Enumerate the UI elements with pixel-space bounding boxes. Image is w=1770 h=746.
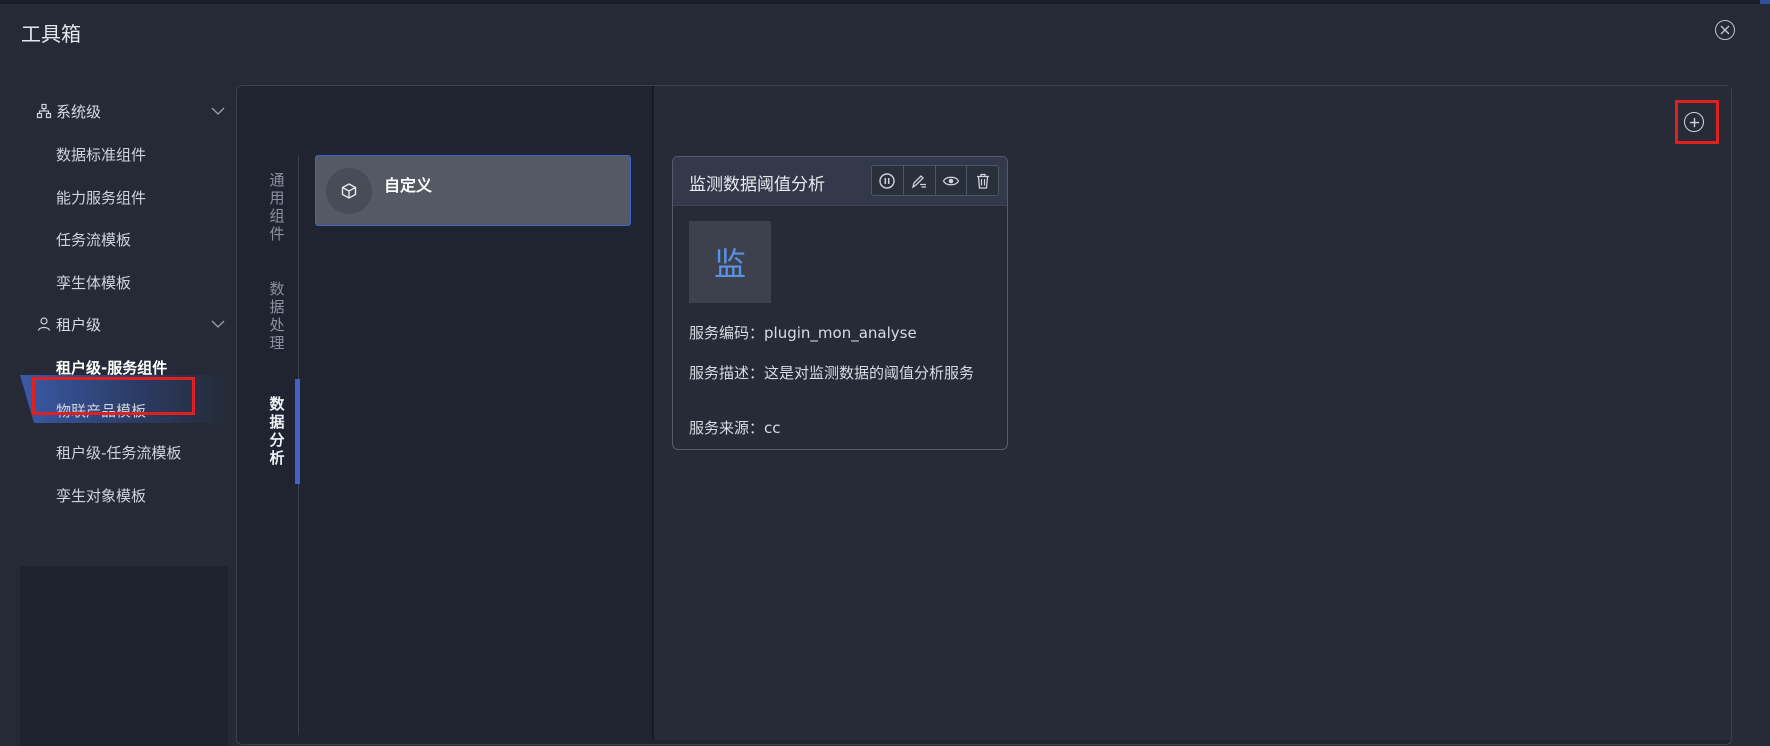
tab-char: 数 xyxy=(269,395,285,413)
tab-char: 据 xyxy=(269,298,285,316)
tab-char: 用 xyxy=(269,189,285,207)
service-desc-value: 这是对监测数据的阈值分析服务 xyxy=(764,364,975,382)
dialog-title: 工具箱 xyxy=(21,22,81,46)
sidebar-item-twin-object-template[interactable]: 孪生对象模板 xyxy=(56,480,226,510)
sidebar-item-tenant-task-flow-template[interactable]: 租户级-任务流模板 xyxy=(56,437,226,467)
tab-general-components[interactable]: 通 用 组 件 xyxy=(256,171,298,243)
vertical-tabs: 通 用 组 件 数 据 处 理 数 据 分 析 xyxy=(256,155,300,735)
close-button[interactable] xyxy=(1715,20,1735,40)
service-desc-line: 服务描述：这是对监测数据的阈值分析服务 xyxy=(689,361,989,385)
sidebar-group-tenant[interactable]: 租户级 xyxy=(36,309,226,339)
plus-icon xyxy=(1689,117,1699,127)
chevron-down-icon xyxy=(211,320,225,328)
card-header: 监测数据阈值分析 xyxy=(673,157,1007,206)
sidebar-item-iot-product-template[interactable]: 物联产品模板 xyxy=(56,395,226,425)
sidebar-group-label: 租户级 xyxy=(56,315,102,334)
delete-button[interactable] xyxy=(967,166,998,195)
sidebar-item-data-standard[interactable]: 数据标准组件 xyxy=(56,139,226,169)
top-edge xyxy=(0,0,1770,4)
tab-data-processing[interactable]: 数 据 处 理 xyxy=(256,280,298,352)
card-actions xyxy=(871,165,999,196)
org-chart-icon xyxy=(36,103,52,119)
sidebar-item-twin-template[interactable]: 孪生体模板 xyxy=(56,267,226,297)
edit-icon xyxy=(912,174,927,188)
sidebar-item-task-flow-template[interactable]: 任务流模板 xyxy=(56,224,226,254)
category-item-custom[interactable]: 自定义 xyxy=(315,155,631,226)
tab-char: 析 xyxy=(269,449,285,467)
category-label: 自定义 xyxy=(384,175,433,195)
sidebar-item-tenant-service-component[interactable]: 租户级-服务组件 xyxy=(56,352,226,382)
sidebar-empty-area xyxy=(20,566,228,746)
sidebar-item-capability-service[interactable]: 能力服务组件 xyxy=(56,182,226,212)
chevron-down-icon xyxy=(211,107,225,115)
tab-char: 据 xyxy=(269,413,285,431)
tab-char: 理 xyxy=(269,334,285,352)
user-icon xyxy=(37,317,51,331)
sidebar-nav: 系统级 数据标准组件 能力服务组件 任务流模板 孪生体模板 租户级 租户级-服务… xyxy=(20,86,228,746)
pause-button[interactable] xyxy=(872,166,904,195)
service-code-value: plugin_mon_analyse xyxy=(764,324,917,342)
service-code-label: 服务编码： xyxy=(689,324,765,342)
service-desc-label: 服务描述： xyxy=(689,364,765,382)
tab-char: 分 xyxy=(269,431,285,449)
tab-char: 数 xyxy=(269,280,285,298)
view-icon xyxy=(942,176,960,185)
tab-char: 组 xyxy=(269,207,285,225)
active-tab-indicator xyxy=(295,379,300,484)
pause-icon xyxy=(879,172,896,189)
sidebar-group-label: 系统级 xyxy=(56,102,102,121)
edge-accent xyxy=(1760,0,1770,4)
edit-button[interactable] xyxy=(904,166,936,195)
cube-icon xyxy=(326,167,372,214)
service-source-line: 服务来源：cc xyxy=(689,416,989,440)
service-avatar: 监 xyxy=(689,221,771,303)
close-icon xyxy=(1720,25,1730,35)
service-code-line: 服务编码：plugin_mon_analyse xyxy=(689,321,989,345)
sidebar-group-system[interactable]: 系统级 xyxy=(36,96,226,126)
tab-char: 通 xyxy=(269,171,285,189)
tab-char: 处 xyxy=(269,316,285,334)
view-button[interactable] xyxy=(936,166,968,195)
service-source-value: cc xyxy=(764,419,781,437)
tab-char: 件 xyxy=(269,225,285,243)
add-button[interactable] xyxy=(1684,112,1704,132)
tab-data-analysis[interactable]: 数 据 分 析 xyxy=(256,395,298,467)
service-source-label: 服务来源： xyxy=(689,419,765,437)
service-card[interactable]: 监测数据阈值分析 监 服务编码：plugin_mon_analyse 服务描述：… xyxy=(672,156,1008,450)
card-title: 监测数据阈值分析 xyxy=(689,175,825,195)
delete-icon xyxy=(976,173,989,189)
panel-divider xyxy=(652,86,654,740)
